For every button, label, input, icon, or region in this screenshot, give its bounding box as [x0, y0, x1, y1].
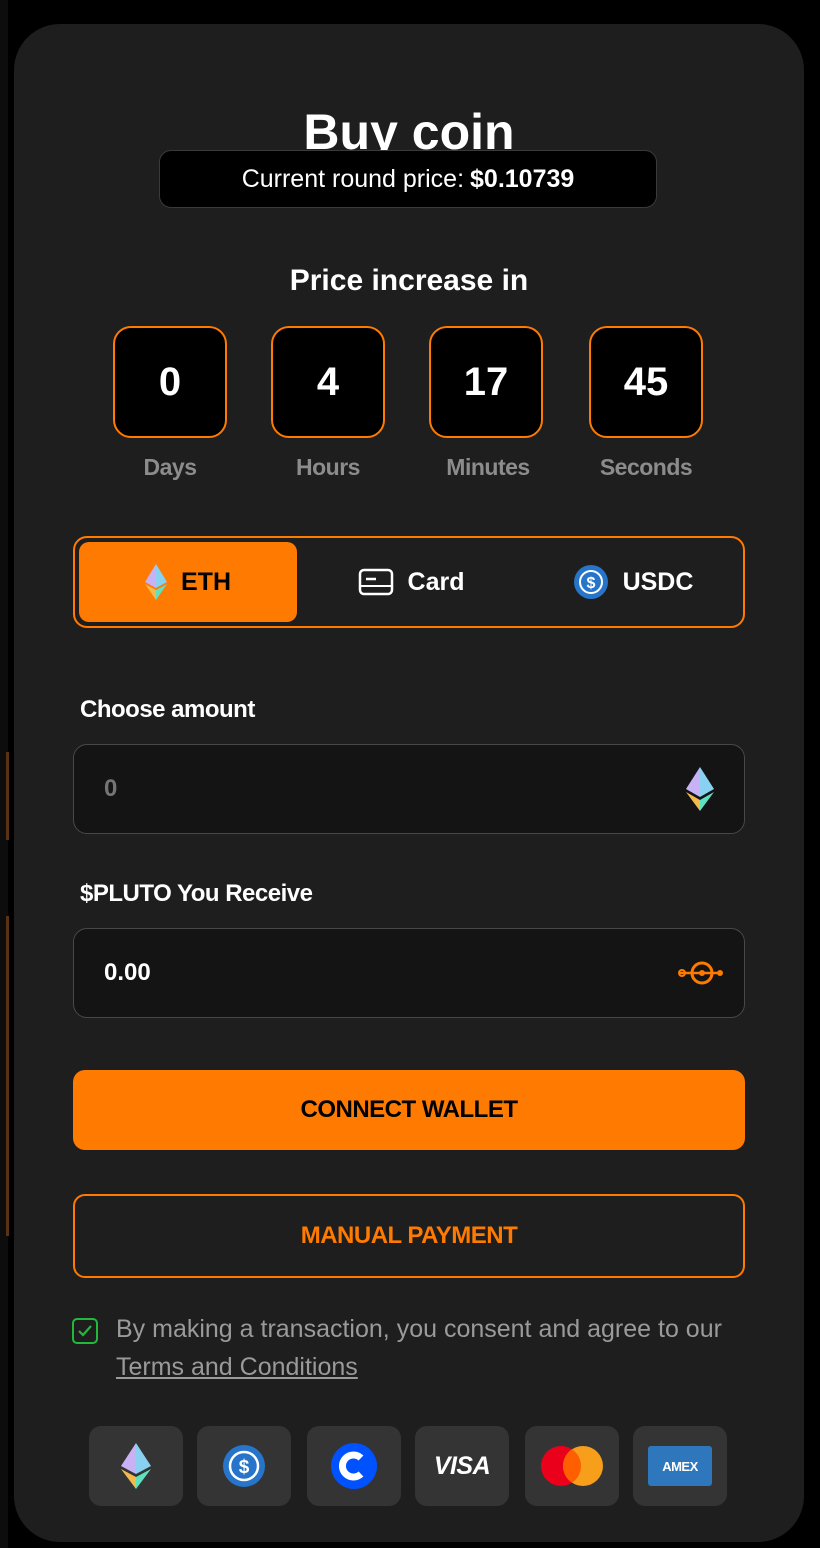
mastercard-icon	[541, 1446, 603, 1486]
receive-field	[73, 928, 745, 1018]
tab-card[interactable]: Card	[301, 542, 521, 622]
countdown-days: 0	[113, 326, 227, 438]
countdown-title: Price increase in	[289, 264, 529, 297]
manual-payment-button[interactable]: MANUAL PAYMENT	[73, 1194, 745, 1278]
edge-highlight	[6, 916, 9, 1236]
payment-method-visa: VISA	[415, 1426, 509, 1506]
connect-wallet-button[interactable]: CONNECT WALLET	[73, 1070, 745, 1150]
visa-icon: VISA	[433, 1451, 491, 1480]
countdown-hours-label: Hours	[296, 454, 360, 480]
current-price-box: Current round price: $0.10739	[159, 150, 657, 208]
coinbase-icon	[331, 1443, 377, 1489]
payment-method-amex: AMEX	[633, 1426, 727, 1506]
tab-usdc-label: USDC	[622, 567, 694, 596]
payment-method-mastercard	[525, 1426, 619, 1506]
payment-method-coinbase	[307, 1426, 401, 1506]
check-icon	[78, 1325, 92, 1337]
price-value: $0.10739	[470, 164, 575, 193]
ethereum-icon	[686, 767, 714, 811]
ethereum-icon	[121, 1443, 151, 1489]
price-label: Current round price:	[241, 164, 465, 193]
edge-highlight	[6, 752, 9, 840]
svg-text:$: $	[586, 575, 595, 592]
svg-text:$: $	[239, 1457, 250, 1478]
countdown-seconds: 45	[589, 326, 703, 438]
payment-method-usdc: $	[197, 1426, 291, 1506]
tab-eth-label: ETH	[181, 567, 231, 596]
amount-label: Choose amount	[80, 696, 255, 723]
countdown-minutes: 17	[429, 326, 543, 438]
terms-link[interactable]: Terms and Conditions	[116, 1353, 358, 1381]
receive-label: $PLUTO You Receive	[80, 880, 313, 907]
consent-text: By making a transaction, you consent and…	[116, 1310, 756, 1386]
countdown-hours: 4	[271, 326, 385, 438]
amount-field	[73, 744, 745, 834]
usdc-icon: $	[573, 565, 608, 599]
usdc-icon: $	[223, 1445, 265, 1487]
payment-tabs: ETH Card $ USDC	[73, 536, 745, 628]
amex-icon: AMEX	[662, 1458, 698, 1474]
ethereum-icon	[145, 564, 167, 600]
consent-text-body: By making a transaction, you consent and…	[116, 1315, 722, 1343]
receive-input[interactable]	[102, 929, 666, 1017]
pluto-token-icon	[678, 961, 723, 985]
card-icon	[358, 568, 393, 596]
countdown-minutes-label: Minutes	[446, 454, 530, 480]
countdown-days-label: Days	[143, 454, 197, 480]
buy-widget: Buy coin Current round price: $0.10739 P…	[14, 24, 804, 1542]
payment-method-ethereum	[89, 1426, 183, 1506]
amount-input[interactable]	[102, 745, 666, 833]
tab-card-label: Card	[407, 567, 465, 596]
tab-usdc[interactable]: $ USDC	[525, 542, 741, 622]
tab-eth[interactable]: ETH	[79, 542, 297, 622]
countdown-seconds-label: Seconds	[599, 454, 693, 480]
consent-checkbox[interactable]	[72, 1318, 98, 1344]
